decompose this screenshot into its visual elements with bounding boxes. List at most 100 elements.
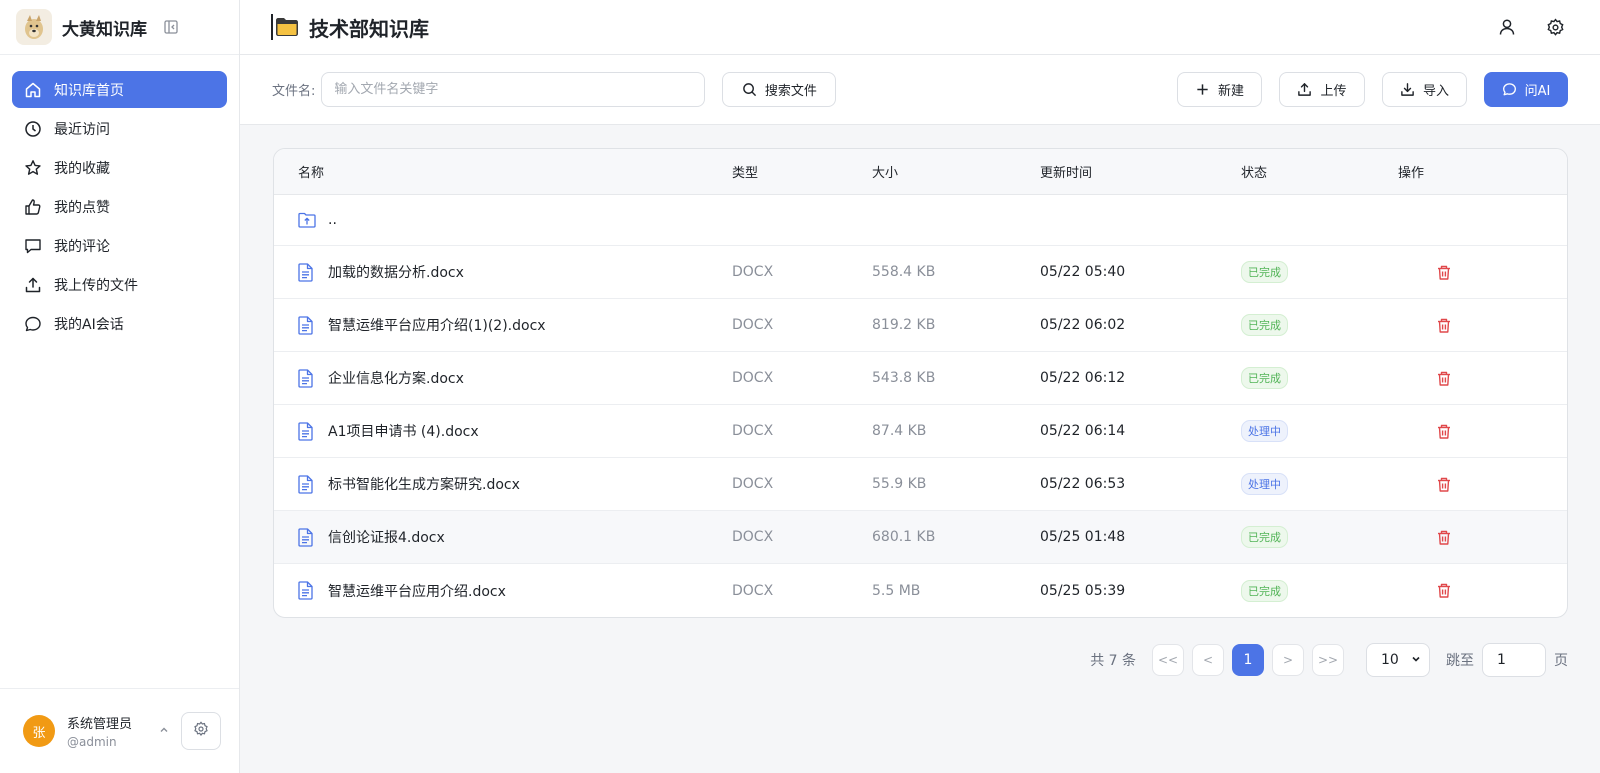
upload-button-label: 上传 [1320,84,1347,99]
file-type: DOCX [732,423,774,439]
table-row[interactable]: 企业信息化方案.docx DOCX 543.8 KB 05/22 06:12 已完成 [274,352,1567,405]
search-input[interactable] [321,72,706,107]
ask-ai-button-label: 问AI [1524,84,1551,99]
table-row[interactable]: 信创论证报4.docx DOCX 680.1 KB 05/25 01:48 已完成 [274,511,1567,564]
sidebar: 大黄知识库 知识库首页 最近访问 我的收藏 我的点赞 我的评论 我上传的文件 我… [0,0,240,773]
file-updated: 05/25 01:48 [1040,529,1126,545]
table-row[interactable]: 加载的数据分析.docx DOCX 558.4 KB 05/22 05:40 已完成 [274,246,1567,299]
new-button[interactable]: 新建 [1177,72,1262,107]
total-count: 共 7 条 [1090,653,1136,669]
actions-cell [1398,423,1558,439]
table-row[interactable]: 智慧运维平台应用介绍(1)(2).docx DOCX 819.2 KB 05/22 0… [274,299,1567,352]
sidebar-item-label: 我上传的文件 [54,277,138,294]
file-type: DOCX [732,582,774,599]
file-name[interactable]: 标书智能化生成方案研究.docx [328,474,520,494]
app-name: 大黄知识库 [62,19,147,40]
trash-icon[interactable] [1436,423,1452,439]
next-page-button[interactable]: > [1272,644,1304,676]
import-button-label: 导入 [1422,84,1449,99]
first-page-button[interactable]: << [1152,644,1184,676]
file-updated: 05/25 05:39 [1040,582,1126,599]
folder-up-icon [298,210,316,230]
file-name[interactable]: 企业信息化方案.docx [328,368,464,388]
actions-cell [1398,476,1558,492]
jump-page-input[interactable]: 1 [1482,643,1546,677]
sidebar-item-comments[interactable]: 我的评论 [12,227,227,264]
ask-ai-button[interactable]: 问AI [1484,72,1568,107]
thumbs-up-icon [24,198,42,216]
sidebar-collapse-icon[interactable] [161,17,181,37]
gear-icon [193,721,209,741]
document-icon [298,527,316,547]
sidebar-item-ai-chats[interactable]: 我的AI会话 [12,305,227,342]
table-row[interactable]: A1项目申请书 (4).docx DOCX 87.4 KB 05/22 06:14 处理… [274,405,1567,458]
user-icon[interactable] [1494,14,1520,40]
trash-icon[interactable] [1436,317,1452,333]
gear-icon[interactable] [1542,14,1568,40]
sidebar-item-favorites[interactable]: 我的收藏 [12,149,227,186]
status-cell: 已完成 [1241,314,1398,336]
last-page-button[interactable]: >> [1312,644,1344,676]
page-unit-label: 页 [1554,653,1568,669]
status-badge: 已完成 [1241,526,1288,548]
column-header-status: 状态 [1241,166,1268,181]
import-button[interactable]: 导入 [1382,72,1467,107]
chevron-up-icon[interactable] [159,725,173,738]
upload-button[interactable]: 上传 [1279,72,1365,107]
sidebar-item-home[interactable]: 知识库首页 [12,71,227,108]
column-header-type[interactable]: 类型 [732,162,872,181]
page-number-current[interactable]: 1 [1232,644,1264,676]
trash-icon[interactable] [1436,529,1452,545]
document-icon [298,262,316,282]
status-badge: 已完成 [1241,261,1288,283]
prev-page-button[interactable]: < [1192,644,1224,676]
file-name-cell: A1项目申请书 (4).docx [274,421,732,441]
trash-icon[interactable] [1436,476,1452,492]
column-header-size[interactable]: 大小 [872,162,1040,181]
avatar[interactable]: 张 [23,715,55,747]
file-name-cell: 智慧运维平台应用介绍.docx [274,581,732,601]
file-size: 543.8 KB [872,370,936,386]
file-name[interactable]: 智慧运维平台应用介绍.docx [328,581,506,601]
file-name[interactable]: 信创论证报4.docx [328,527,445,547]
table-header: 名称 类型 大小 更新时间 状态 操作 [274,149,1567,195]
parent-folder-row[interactable]: .. [274,195,1567,246]
home-icon [24,81,42,99]
search-button-label: 搜索文件 [764,84,817,99]
file-updated: 05/22 06:12 [1040,370,1126,386]
file-name-cell: 加载的数据分析.docx [274,262,732,282]
column-header-updated[interactable]: 更新时间 [1040,162,1241,181]
file-name[interactable]: 加载的数据分析.docx [328,262,464,282]
status-cell: 已完成 [1241,261,1398,283]
table-row[interactable]: 标书智能化生成方案研究.docx DOCX 55.9 KB 05/22 06:53 处理… [274,458,1567,511]
file-table: 名称 类型 大小 更新时间 状态 操作 .. 加载的数据分析.docx DOCX 5… [273,148,1568,618]
file-name[interactable]: 智慧运维平台应用介绍(1)(2).docx [328,315,546,335]
user-settings-button[interactable] [181,712,221,750]
chevron-down-icon [1411,652,1421,668]
file-type: DOCX [732,476,774,492]
sidebar-item-likes[interactable]: 我的点赞 [12,188,227,225]
sidebar-item-uploads[interactable]: 我上传的文件 [12,266,227,303]
file-size: 819.2 KB [872,317,936,333]
status-cell: 已完成 [1241,526,1398,548]
trash-icon[interactable] [1436,264,1452,280]
page-size-value: 10 [1381,652,1399,668]
file-type: DOCX [732,264,774,280]
file-updated: 05/22 05:40 [1040,264,1126,280]
trash-icon[interactable] [1436,583,1452,599]
file-name[interactable]: A1项目申请书 (4).docx [328,421,479,441]
file-type: DOCX [732,529,774,545]
status-badge: 处理中 [1241,473,1288,495]
actions-cell [1398,264,1558,280]
sidebar-item-recent[interactable]: 最近访问 [12,110,227,147]
toolbar: 文件名: 搜索文件 新建 上传 导入 问AI [240,55,1600,125]
trash-icon[interactable] [1436,370,1452,386]
column-header-name[interactable]: 名称 [274,162,732,181]
actions-cell [1398,529,1558,545]
page-size-select[interactable]: 10 [1366,643,1430,677]
download-icon [1401,83,1414,96]
file-name-cell: 信创论证报4.docx [274,527,732,547]
status-badge: 处理中 [1241,420,1288,442]
table-row[interactable]: 智慧运维平台应用介绍.docx DOCX 5.5 MB 05/25 05:39 已完成 [274,564,1567,617]
search-button[interactable]: 搜索文件 [722,72,837,107]
